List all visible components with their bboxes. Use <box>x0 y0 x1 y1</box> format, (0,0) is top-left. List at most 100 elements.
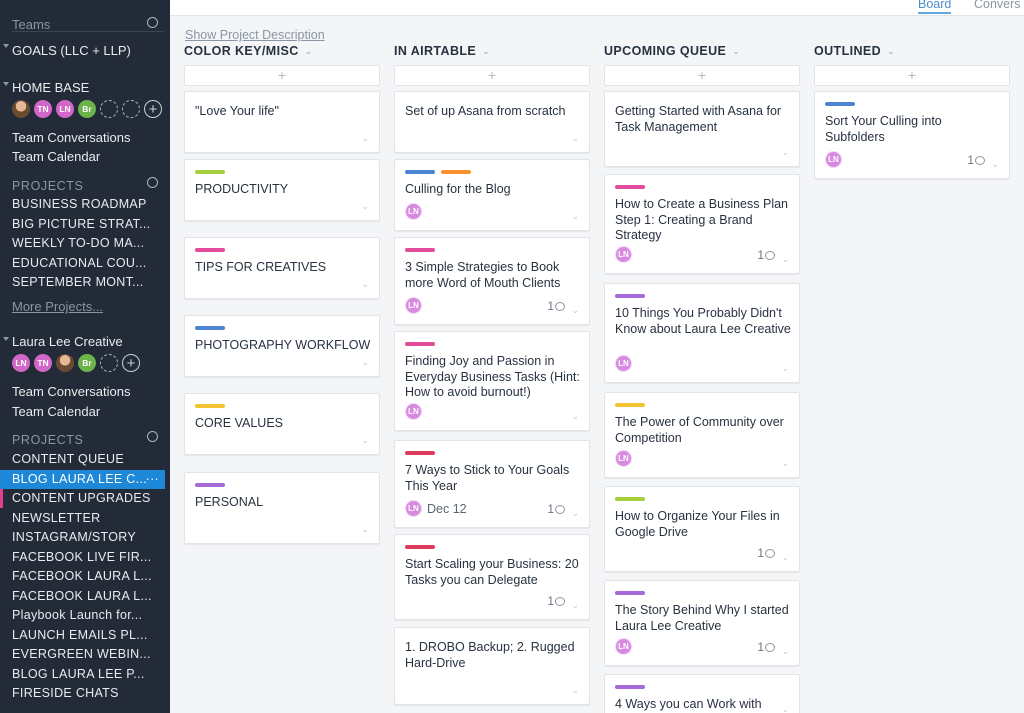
chevron-down-icon[interactable]: ⌄ <box>991 159 999 170</box>
add-task-button[interactable]: + <box>184 65 380 86</box>
project-item[interactable]: NEWSLETTER <box>12 509 164 528</box>
column-header[interactable]: IN AIRTABLE ⌄ <box>394 44 590 62</box>
avatar[interactable]: TN <box>34 100 52 118</box>
invite-member-icon[interactable] <box>100 100 118 118</box>
column-header[interactable]: OUTLINED ⌄ <box>814 44 1010 62</box>
chevron-down-icon[interactable]: ⌄ <box>571 600 579 611</box>
assignee-avatar[interactable]: LN <box>615 450 632 467</box>
chevron-down-icon[interactable]: ⌄ <box>571 305 579 316</box>
project-item[interactable]: LAUNCH EMAILS PL... <box>12 626 164 645</box>
column-header[interactable]: UPCOMING QUEUE ⌄ <box>604 44 800 62</box>
task-card[interactable]: TIPS FOR CREATIVES ⌄ <box>184 237 380 299</box>
laura-team-calendar[interactable]: Team Calendar <box>12 404 100 419</box>
task-card[interactable]: "Love Your life" ⌄ <box>184 91 380 153</box>
chevron-down-icon[interactable]: ⌄ <box>571 685 579 696</box>
project-item[interactable]: Playbook Launch for... <box>12 606 164 625</box>
chevron-down-icon[interactable]: ⌄ <box>305 46 313 57</box>
project-item[interactable]: INSTAGRAM/STORY <box>12 528 164 547</box>
avatar[interactable]: LN <box>56 100 74 118</box>
task-card[interactable]: How to Create a Business Plan Step 1: Cr… <box>604 174 800 274</box>
task-card[interactable]: 10 Things You Probably Didn't Know about… <box>604 283 800 383</box>
projects-settings-icon[interactable] <box>147 177 158 188</box>
task-card[interactable]: 4 Ways you can Work with ⌄ <box>604 674 800 713</box>
project-item[interactable]: EVERGREEN WEBIN... <box>12 645 164 664</box>
collapse-triangle-icon[interactable] <box>3 82 9 86</box>
project-item-active[interactable]: BLOG LAURA LEE C... ··· <box>0 470 165 489</box>
projects-settings-icon[interactable] <box>147 431 158 442</box>
column-header[interactable]: COLOR KEY/MISC ⌄ <box>184 44 380 62</box>
avatar[interactable]: TN <box>34 354 52 372</box>
chevron-down-icon[interactable]: ⌄ <box>361 201 369 212</box>
chevron-down-icon[interactable]: ⌄ <box>781 363 789 374</box>
avatar[interactable]: LN <box>12 354 30 372</box>
tab-conversations[interactable]: Convers <box>974 0 1021 11</box>
avatar[interactable]: Br <box>78 100 96 118</box>
chevron-down-icon[interactable]: ⌄ <box>732 46 740 57</box>
more-options-icon[interactable]: ··· <box>146 470 159 489</box>
task-card[interactable]: 7 Ways to Stick to Your Goals This Year L… <box>394 440 590 528</box>
project-item[interactable]: WEEKLY TO-DO MA... <box>12 234 164 253</box>
team-laura-lee-creative[interactable]: Laura Lee Creative <box>12 334 123 349</box>
tab-board[interactable]: Board <box>918 0 952 14</box>
task-card[interactable]: Getting Started with Asana for Task Mana… <box>604 91 800 167</box>
chevron-down-icon[interactable]: ⌄ <box>781 552 789 563</box>
chevron-down-icon[interactable]: ⌄ <box>482 46 490 57</box>
collapse-triangle-icon[interactable] <box>3 44 9 48</box>
chevron-down-icon[interactable]: ⌄ <box>361 133 369 144</box>
task-card[interactable]: PHOTOGRAPHY WORKFLOW ⌄ <box>184 315 380 377</box>
add-task-button[interactable]: + <box>814 65 1010 86</box>
project-item[interactable]: BLOG LAURA LEE P... <box>12 665 164 684</box>
task-card[interactable]: 3 Simple Strategies to Book more Word of… <box>394 237 590 325</box>
task-card[interactable]: 1. DROBO Backup; 2. Rugged Hard-Drive ⌄ <box>394 627 590 705</box>
task-card[interactable]: Sort Your Culling into Subfolders LN 1 ⌄ <box>814 91 1010 179</box>
home-team-calendar[interactable]: Team Calendar <box>12 149 100 164</box>
chevron-down-icon[interactable]: ⌄ <box>781 147 789 158</box>
assignee-avatar[interactable]: LN <box>405 500 422 517</box>
assignee-avatar[interactable]: LN <box>405 203 422 220</box>
project-item[interactable]: CONTENT UPGRADES <box>0 489 164 508</box>
assignee-avatar[interactable]: LN <box>405 297 422 314</box>
chevron-down-icon[interactable]: ⌄ <box>361 357 369 368</box>
assignee-avatar[interactable]: LN <box>615 246 632 263</box>
task-card[interactable]: PERSONAL ⌄ <box>184 472 380 544</box>
project-item[interactable]: FACEBOOK LIVE FIR... <box>12 548 164 567</box>
project-item[interactable]: FIRESIDE CHATS <box>12 684 164 703</box>
more-projects-link[interactable]: More Projects... <box>12 299 103 314</box>
team-goals[interactable]: GOALS (LLC + LLP) <box>12 43 131 58</box>
project-item[interactable]: BUSINESS ROADMAP <box>12 195 164 214</box>
chevron-down-icon[interactable]: ⌄ <box>781 704 789 713</box>
chevron-down-icon[interactable]: ⌄ <box>781 646 789 657</box>
chevron-down-icon[interactable]: ⌄ <box>361 435 369 446</box>
home-team-conversations[interactable]: Team Conversations <box>12 130 131 145</box>
task-card[interactable]: How to Organize Your Files in Google Dri… <box>604 486 800 572</box>
chevron-down-icon[interactable]: ⌄ <box>781 254 789 265</box>
task-card[interactable]: The Story Behind Why I started Laura Lee… <box>604 580 800 666</box>
add-member-icon[interactable]: + <box>122 354 140 372</box>
chevron-down-icon[interactable]: ⌄ <box>781 458 789 469</box>
project-item[interactable]: CONTENT QUEUE <box>12 450 164 469</box>
invite-member-icon[interactable] <box>122 100 140 118</box>
task-card[interactable]: Culling for the Blog LN ⌄ <box>394 159 590 231</box>
invite-member-icon[interactable] <box>100 354 118 372</box>
chevron-down-icon[interactable]: ⌄ <box>571 133 579 144</box>
laura-team-conversations[interactable]: Team Conversations <box>12 384 131 399</box>
chevron-down-icon[interactable]: ⌄ <box>571 508 579 519</box>
project-item[interactable]: FACEBOOK LAURA L... <box>12 567 164 586</box>
chevron-down-icon[interactable]: ⌄ <box>361 524 369 535</box>
chevron-down-icon[interactable]: ⌄ <box>887 46 895 57</box>
task-card[interactable]: CORE VALUES ⌄ <box>184 393 380 455</box>
show-project-description-link[interactable]: Show Project Description <box>185 28 325 42</box>
add-task-button[interactable]: + <box>394 65 590 86</box>
assignee-avatar[interactable]: LN <box>615 355 632 372</box>
teams-settings-icon[interactable] <box>147 17 158 28</box>
avatar[interactable] <box>12 100 30 118</box>
due-date[interactable]: Dec 12 <box>427 502 467 516</box>
project-item[interactable]: SEPTEMBER MONT... <box>12 273 164 292</box>
task-card[interactable]: Start Scaling your Business: 20 Tasks yo… <box>394 534 590 620</box>
task-card[interactable]: Set of up Asana from scratch ⌄ <box>394 91 590 153</box>
add-member-icon[interactable]: + <box>144 100 162 118</box>
project-item[interactable]: FACEBOOK LAURA L... <box>12 587 164 606</box>
chevron-down-icon[interactable]: ⌄ <box>361 279 369 290</box>
assignee-avatar[interactable]: LN <box>615 638 632 655</box>
assignee-avatar[interactable]: LN <box>825 151 842 168</box>
